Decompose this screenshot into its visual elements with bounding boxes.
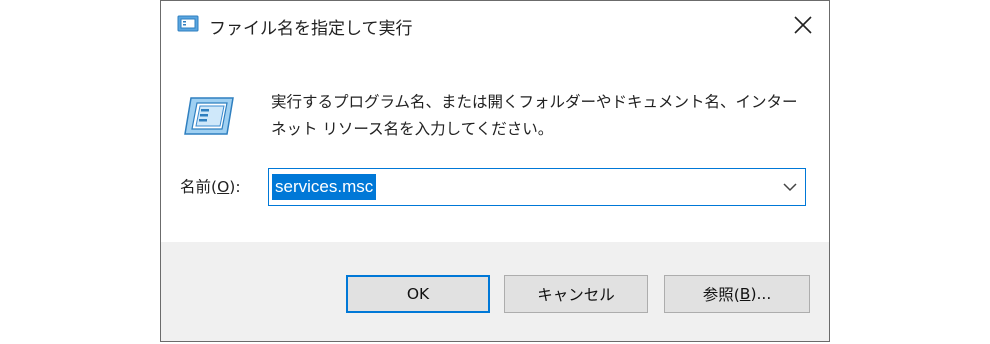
name-label-suffix: ): [229,178,241,196]
ok-button-label: OK [406,285,430,303]
close-button[interactable] [783,5,823,45]
name-label: 名前(O): [180,175,241,197]
title-bar: ファイル名を指定して実行 [161,1,829,53]
cancel-button-label: キャンセル [537,286,615,304]
browse-button[interactable]: 参照(B)... [664,275,810,313]
browse-label-prefix: 参照( [702,286,740,304]
description-line-1: 実行するプログラム名、または開くフォルダーやドキュメント名、インター [271,93,798,111]
description-line-2: ネット リソース名を入力してください。 [271,120,554,138]
browse-label-suffix: )... [750,285,772,303]
name-input-value[interactable]: services.msc [272,174,377,200]
browse-label-accel: B [739,285,751,303]
chevron-down-icon [783,183,797,192]
run-icon [181,94,237,138]
ok-button[interactable]: OK [346,275,490,313]
description-text: 実行するプログラム名、または開くフォルダーやドキュメント名、インター ネット リ… [271,89,811,143]
cancel-button[interactable]: キャンセル [504,275,648,313]
close-icon [794,16,812,34]
name-combobox[interactable]: services.msc [268,168,806,206]
run-app-icon [176,14,200,34]
name-label-accel: O [217,178,230,196]
window-title: ファイル名を指定して実行 [209,19,413,39]
dropdown-button[interactable] [781,179,799,195]
name-label-prefix: 名前( [180,178,218,196]
